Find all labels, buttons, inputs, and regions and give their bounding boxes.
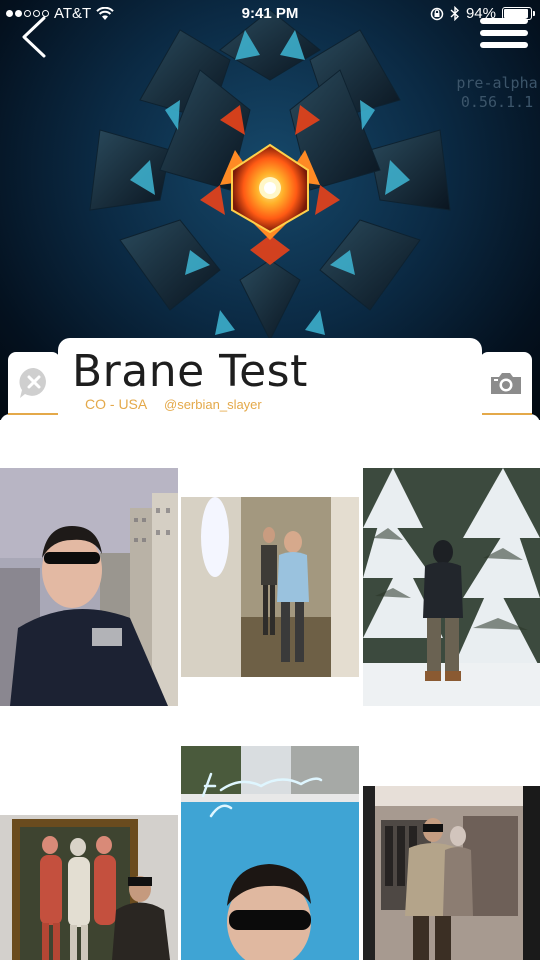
profile-location: CO - USA (85, 396, 148, 412)
remove-button[interactable] (8, 352, 60, 415)
photo-hamptons-pool-image (181, 746, 359, 960)
chevron-left-icon (22, 16, 46, 58)
photo-museum-painting[interactable] (0, 815, 178, 960)
photo-snow-trees-image (363, 468, 540, 706)
profile-name: Brane Test (72, 346, 308, 397)
close-circle-icon (19, 367, 46, 398)
photo-museum-painting-image (0, 815, 178, 960)
hamburger-bar (480, 42, 528, 48)
hamburger-bar (480, 30, 528, 36)
photo-mirror-selfie-image (181, 497, 359, 677)
photo-hamptons-pool[interactable] (181, 746, 359, 960)
version-line-1: pre-alpha (456, 74, 538, 92)
camera-button[interactable] (480, 352, 532, 415)
camera-icon (491, 373, 521, 394)
back-button[interactable] (14, 14, 54, 64)
bluetooth-icon (450, 6, 459, 21)
version-line-2: 0.56.1.1 (460, 93, 534, 111)
orientation-lock-icon (430, 7, 444, 20)
photo-store-mirror[interactable] (363, 786, 540, 960)
kaleidoscope-artwork (89, 10, 451, 340)
profile-handle[interactable]: @serbian_slayer (164, 397, 262, 412)
profile-header-card: Brane Test CO - USA @serbian_slayer (58, 338, 482, 422)
photo-city-selfie-image (0, 468, 178, 706)
version-label: pre-alpha 0.56.1.1 (442, 74, 540, 112)
status-bar: AT&T 9:41 PM 94% (0, 0, 540, 28)
menu-button[interactable] (480, 18, 528, 58)
photo-snow-trees[interactable] (363, 468, 540, 706)
photo-store-mirror-image (363, 786, 540, 960)
photo-city-selfie[interactable] (0, 468, 178, 706)
hamburger-menu-icon (480, 18, 528, 24)
battery-level (504, 9, 529, 18)
photo-mirror-selfie[interactable] (181, 497, 359, 677)
